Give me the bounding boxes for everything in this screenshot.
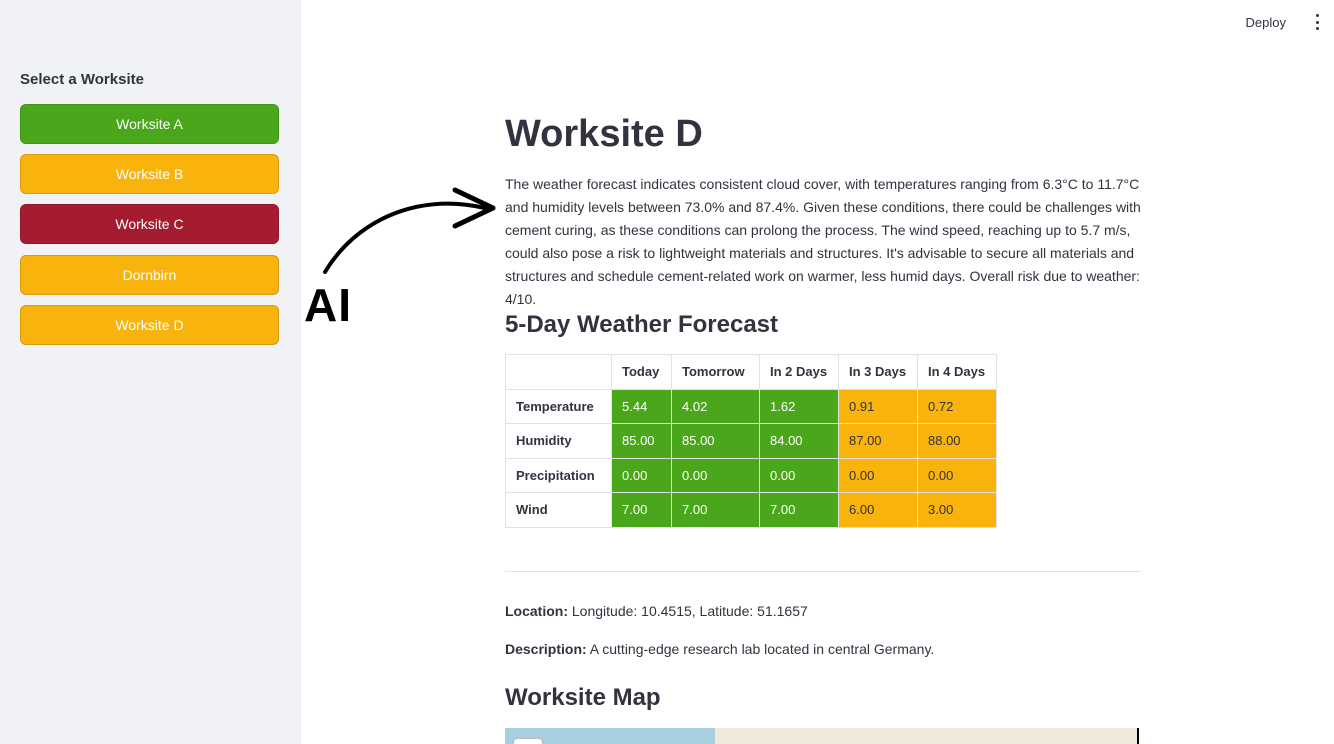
description-label: Description: bbox=[505, 641, 587, 657]
row-label: Temperature bbox=[505, 388, 612, 424]
table-row: Temperature 5.44 4.02 1.62 0.91 0.72 bbox=[505, 388, 997, 424]
table-cell: 6.00 bbox=[838, 492, 918, 528]
curved-arrow-icon bbox=[323, 187, 496, 274]
table-cell: 0.72 bbox=[917, 388, 997, 424]
table-row: Humidity 85.00 85.00 84.00 87.00 88.00 bbox=[505, 423, 997, 459]
top-toolbar: Deploy bbox=[1134, 0, 1334, 46]
table-cell: 88.00 bbox=[917, 423, 997, 459]
table-cell: 7.00 bbox=[759, 492, 839, 528]
weather-summary: The weather forecast indicates consisten… bbox=[505, 176, 1141, 307]
table-cell: 85.00 bbox=[671, 423, 760, 459]
worksite-button[interactable]: Worksite D bbox=[20, 305, 279, 345]
table-cell: 7.00 bbox=[611, 492, 672, 528]
location-value: Longitude: 10.4515, Latitude: 51.1657 bbox=[568, 603, 808, 619]
map-land bbox=[715, 728, 1137, 744]
row-label: Humidity bbox=[505, 423, 612, 459]
page-title: Worksite D bbox=[505, 113, 703, 155]
worksite-button[interactable]: Worksite B bbox=[20, 154, 279, 194]
row-label: Wind bbox=[505, 492, 612, 528]
table-cell: 85.00 bbox=[611, 423, 672, 459]
worksite-button[interactable]: Dornbirn bbox=[20, 255, 279, 295]
column-header: In 4 Days bbox=[917, 354, 997, 390]
sidebar-title: Select a Worksite bbox=[20, 71, 144, 88]
forecast-table: Today Tomorrow In 2 Days In 3 Days In 4 Days… bbox=[505, 354, 997, 528]
table-cell: 7.00 bbox=[671, 492, 760, 528]
location-line: Location: Longitude: 10.4515, Latitude: … bbox=[505, 603, 808, 619]
table-cell: 3.00 bbox=[917, 492, 997, 528]
column-header: Tomorrow bbox=[671, 354, 760, 390]
worksite-button[interactable]: Worksite C bbox=[20, 204, 279, 244]
table-cell: 4.02 bbox=[671, 388, 760, 424]
column-header: Today bbox=[611, 354, 672, 390]
ai-label: AI bbox=[304, 279, 352, 331]
worksite-button[interactable]: Worksite A bbox=[20, 104, 279, 144]
table-cell: 0.00 bbox=[759, 457, 839, 493]
table-cell: 5.44 bbox=[611, 388, 672, 424]
forecast-heading: 5-Day Weather Forecast bbox=[505, 311, 778, 338]
table-row: Wind 7.00 7.00 7.00 6.00 3.00 bbox=[505, 492, 997, 528]
description-value: A cutting-edge research lab located in c… bbox=[586, 641, 935, 657]
table-cell: 0.00 bbox=[611, 457, 672, 493]
map-zoom-control[interactable] bbox=[513, 738, 543, 744]
table-cell: 84.00 bbox=[759, 423, 839, 459]
table-cell: 0.00 bbox=[917, 457, 997, 493]
table-cell: 1.62 bbox=[759, 388, 839, 424]
divider bbox=[505, 571, 1141, 572]
table-cell: 0.00 bbox=[671, 457, 760, 493]
worksite-map[interactable] bbox=[505, 728, 1139, 744]
main-content: Worksite D The weather forecast indicate… bbox=[505, 110, 1141, 744]
table-cell: 0.91 bbox=[838, 388, 918, 424]
table-corner-cell bbox=[505, 354, 612, 390]
map-heading: Worksite Map bbox=[505, 684, 661, 711]
column-header: In 3 Days bbox=[838, 354, 918, 390]
table-row: Precipitation 0.00 0.00 0.00 0.00 0.00 bbox=[505, 457, 997, 493]
row-label: Precipitation bbox=[505, 457, 612, 493]
kebab-menu-icon[interactable] bbox=[1314, 14, 1320, 30]
table-cell: 0.00 bbox=[838, 457, 918, 493]
deploy-button[interactable]: Deploy bbox=[1246, 15, 1286, 30]
description-line: Description: A cutting-edge research lab… bbox=[505, 641, 934, 657]
location-label: Location: bbox=[505, 603, 568, 619]
sidebar: Select a Worksite Worksite A Worksite B Wo… bbox=[0, 0, 301, 744]
column-header: In 2 Days bbox=[759, 354, 839, 390]
table-cell: 87.00 bbox=[838, 423, 918, 459]
